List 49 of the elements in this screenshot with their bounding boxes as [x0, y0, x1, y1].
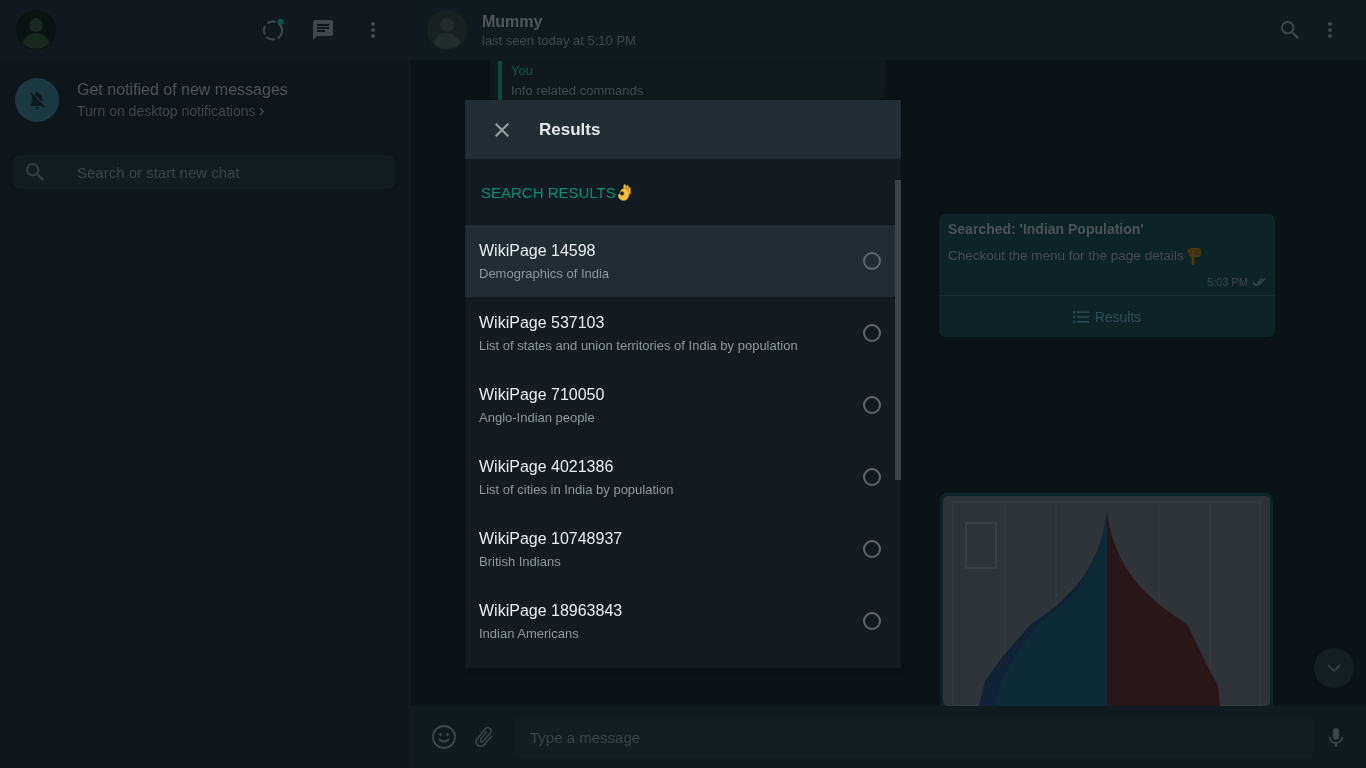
hand-pointing-down-icon	[1186, 247, 1202, 265]
radio-button[interactable]	[863, 540, 881, 558]
ok-hand-icon	[616, 183, 631, 201]
result-item[interactable]: WikiPage 537103 List of states and union territories of India by population	[465, 297, 895, 369]
result-item[interactable]: WikiPage 10748937 British Indians	[465, 513, 895, 585]
close-icon	[495, 122, 509, 137]
chevron-right-icon	[259, 106, 265, 116]
menu-icon[interactable]	[1328, 22, 1332, 38]
radio-button[interactable]	[863, 396, 881, 414]
emoji-icon[interactable]	[432, 725, 456, 749]
radio-button[interactable]	[863, 612, 881, 630]
attach-icon[interactable]	[473, 726, 495, 748]
notification-title: Get notified of new messages	[77, 80, 288, 100]
radio-button[interactable]	[863, 324, 881, 342]
result-subtitle: Anglo-Indian people	[479, 408, 596, 427]
result-title: WikiPage 710050	[479, 384, 606, 405]
result-item[interactable]: WikiPage 710050 Anglo-Indian people	[465, 369, 895, 441]
result-subtitle: List of states and union territories of India by population	[479, 336, 799, 355]
quote-author: You	[511, 62, 534, 80]
result-title: WikiPage 4021386	[479, 456, 615, 477]
menu-icon[interactable]	[371, 22, 375, 38]
result-subtitle: Demographics of India	[479, 264, 611, 283]
microphone-icon[interactable]	[1329, 727, 1343, 747]
scrollbar-thumb[interactable]	[895, 180, 901, 480]
result-title: WikiPage 14598	[479, 240, 597, 261]
result-subtitle: Indian Americans	[479, 624, 580, 643]
chevron-down-icon	[1327, 664, 1341, 672]
notifications-off-icon	[15, 78, 59, 122]
search-icon	[26, 163, 44, 181]
chat-icon[interactable]	[313, 20, 333, 40]
result-title: WikiPage 10748937	[479, 528, 624, 549]
result-title: WikiPage 537103	[479, 312, 606, 333]
contact-name: Mummy	[482, 11, 544, 32]
radio-button[interactable]	[863, 252, 881, 270]
scroll-down-button[interactable]	[1314, 648, 1354, 688]
result-item[interactable]: WikiPage 4021386 List of cities in India by population	[465, 441, 895, 513]
section-heading: SEARCH RESULTS	[481, 183, 616, 201]
list-icon	[1072, 310, 1089, 323]
dialog-title: Results	[539, 119, 601, 140]
result-subtitle: List of cities in India by population	[479, 480, 675, 499]
result-item[interactable]: WikiPage 18963843 Indian Americans	[465, 585, 895, 657]
message-title: Searched: 'Indian Population'	[948, 220, 1145, 238]
close-button[interactable]	[495, 122, 509, 137]
radio-button[interactable]	[863, 468, 881, 486]
result-item[interactable]: WikiPage 14598 Demographics of India	[465, 225, 895, 297]
result-title: WikiPage 18963843	[479, 600, 624, 621]
status-icon[interactable]	[262, 19, 284, 41]
result-subtitle: British Indians	[479, 552, 562, 571]
search-icon[interactable]	[1281, 21, 1299, 39]
